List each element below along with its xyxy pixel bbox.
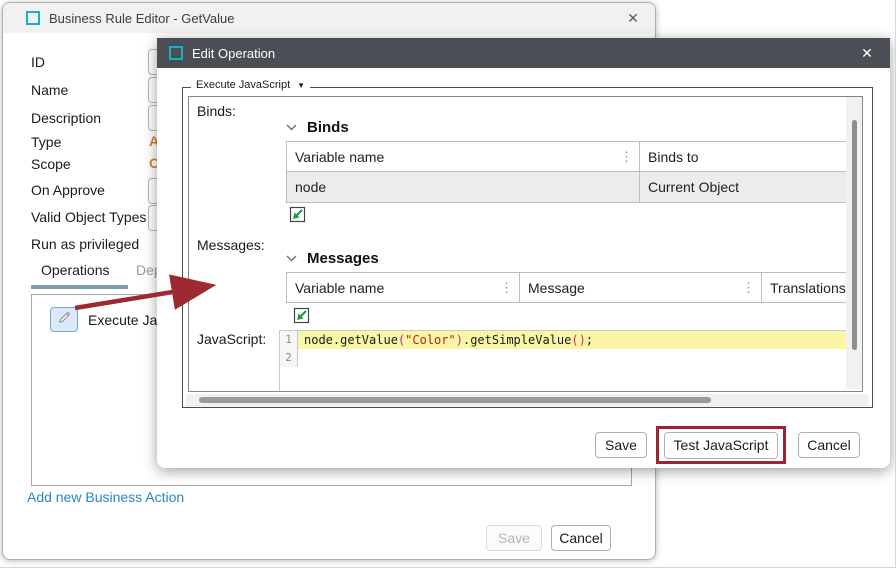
binds-cell-variable-name[interactable]: node (287, 172, 640, 203)
edit-operation-dialog: Edit Operation ✕ Execute JavaScript ▼ Bi… (157, 38, 890, 468)
messages-table: Variable name ⋮ Message ⋮ Translations (286, 272, 847, 303)
javascript-code-editor[interactable]: 1 node.getValue("Color").getSimpleValue(… (279, 330, 847, 392)
app-icon (26, 11, 40, 25)
close-icon[interactable]: ✕ (624, 9, 642, 27)
code-line-1[interactable]: 1 node.getValue("Color").getSimpleValue(… (280, 331, 847, 349)
binds-label: Binds: (197, 103, 236, 119)
operation-type-label: Execute JavaScript (196, 79, 290, 91)
field-label-valid-object-types: Valid Object Types (31, 209, 146, 225)
field-label-scope: Scope (31, 156, 71, 172)
binds-col-variable-name[interactable]: Variable name ⋮ (287, 142, 640, 172)
active-tab-underline (31, 285, 128, 289)
add-bind-row-icon[interactable] (289, 206, 306, 223)
code-content[interactable]: node.getValue("Color").getSimpleValue(); (298, 331, 847, 349)
test-javascript-highlight-box: Test JavaScript (656, 426, 786, 464)
field-label-description: Description (31, 110, 101, 126)
operation-item-label: Execute Ja (88, 312, 157, 328)
line-number: 2 (280, 349, 298, 367)
messages-section-toggle[interactable]: Messages (286, 249, 379, 267)
add-business-action-link[interactable]: Add new Business Action (27, 489, 184, 505)
horizontal-scrollbar-thumb[interactable] (199, 397, 711, 403)
column-menu-icon[interactable]: ⋮ (500, 280, 513, 296)
edit-operation-button[interactable] (50, 307, 78, 332)
binds-cell-binds-to[interactable]: Current Object (640, 172, 847, 203)
window-save-button[interactable]: Save (486, 525, 542, 551)
dropdown-arrow-icon: ▼ (297, 81, 305, 90)
binds-table: Variable name ⋮ Binds to node Current Ob… (286, 141, 847, 203)
messages-col-translations[interactable]: Translations (762, 273, 847, 303)
binds-col-binds-to[interactable]: Binds to (640, 142, 847, 172)
dialog-titlebar[interactable]: Edit Operation ✕ (157, 38, 890, 68)
screenshot-stage: Business Rule Editor - GetValue ✕ ID Nam… (0, 0, 896, 568)
binds-row[interactable]: node Current Object (287, 172, 847, 203)
tab-operations[interactable]: Operations (41, 262, 109, 278)
dialog-save-button[interactable]: Save (595, 432, 647, 458)
column-menu-icon[interactable]: ⋮ (742, 280, 755, 296)
window-titlebar[interactable]: Business Rule Editor - GetValue ✕ (3, 3, 655, 33)
horizontal-scrollbar[interactable] (186, 394, 869, 407)
messages-col-variable-name[interactable]: Variable name ⋮ (287, 273, 520, 303)
vertical-scrollbar[interactable] (846, 97, 862, 389)
window-title: Business Rule Editor - GetValue (49, 11, 234, 26)
code-content[interactable] (298, 349, 847, 367)
messages-col-message[interactable]: Message ⋮ (520, 273, 762, 303)
dialog-close-icon[interactable]: ✕ (858, 44, 876, 62)
add-message-row-icon[interactable] (293, 307, 310, 324)
operation-editor-panel: Binds: Binds Variable name ⋮ (188, 96, 863, 392)
line-number: 1 (280, 331, 298, 349)
binds-section-title: Binds (307, 119, 349, 136)
field-label-type: Type (31, 134, 61, 150)
field-label-run-as-privileged: Run as privileged (31, 236, 139, 252)
field-label-on-approve: On Approve (31, 182, 105, 198)
chevron-down-icon (286, 118, 297, 136)
field-label-name: Name (31, 82, 68, 98)
messages-section-title: Messages (307, 250, 379, 267)
chevron-down-icon (286, 249, 297, 267)
operation-type-dropdown[interactable]: Execute JavaScript ▼ (191, 79, 310, 91)
pencil-icon (57, 310, 72, 330)
dialog-title: Edit Operation (192, 46, 275, 61)
dialog-icon (169, 46, 183, 60)
window-cancel-button[interactable]: Cancel (551, 525, 611, 551)
javascript-label: JavaScript: (197, 331, 266, 347)
messages-label: Messages: (197, 237, 265, 253)
code-line-2[interactable]: 2 (280, 349, 847, 367)
dialog-cancel-button[interactable]: Cancel (798, 432, 860, 458)
column-menu-icon[interactable]: ⋮ (620, 149, 633, 165)
vertical-scrollbar-thumb[interactable] (852, 120, 857, 350)
test-javascript-button[interactable]: Test JavaScript (664, 432, 778, 459)
binds-section-toggle[interactable]: Binds (286, 118, 349, 136)
field-label-id: ID (31, 54, 45, 70)
operation-type-fieldset: Execute JavaScript ▼ Binds: Binds Variab… (182, 87, 873, 408)
